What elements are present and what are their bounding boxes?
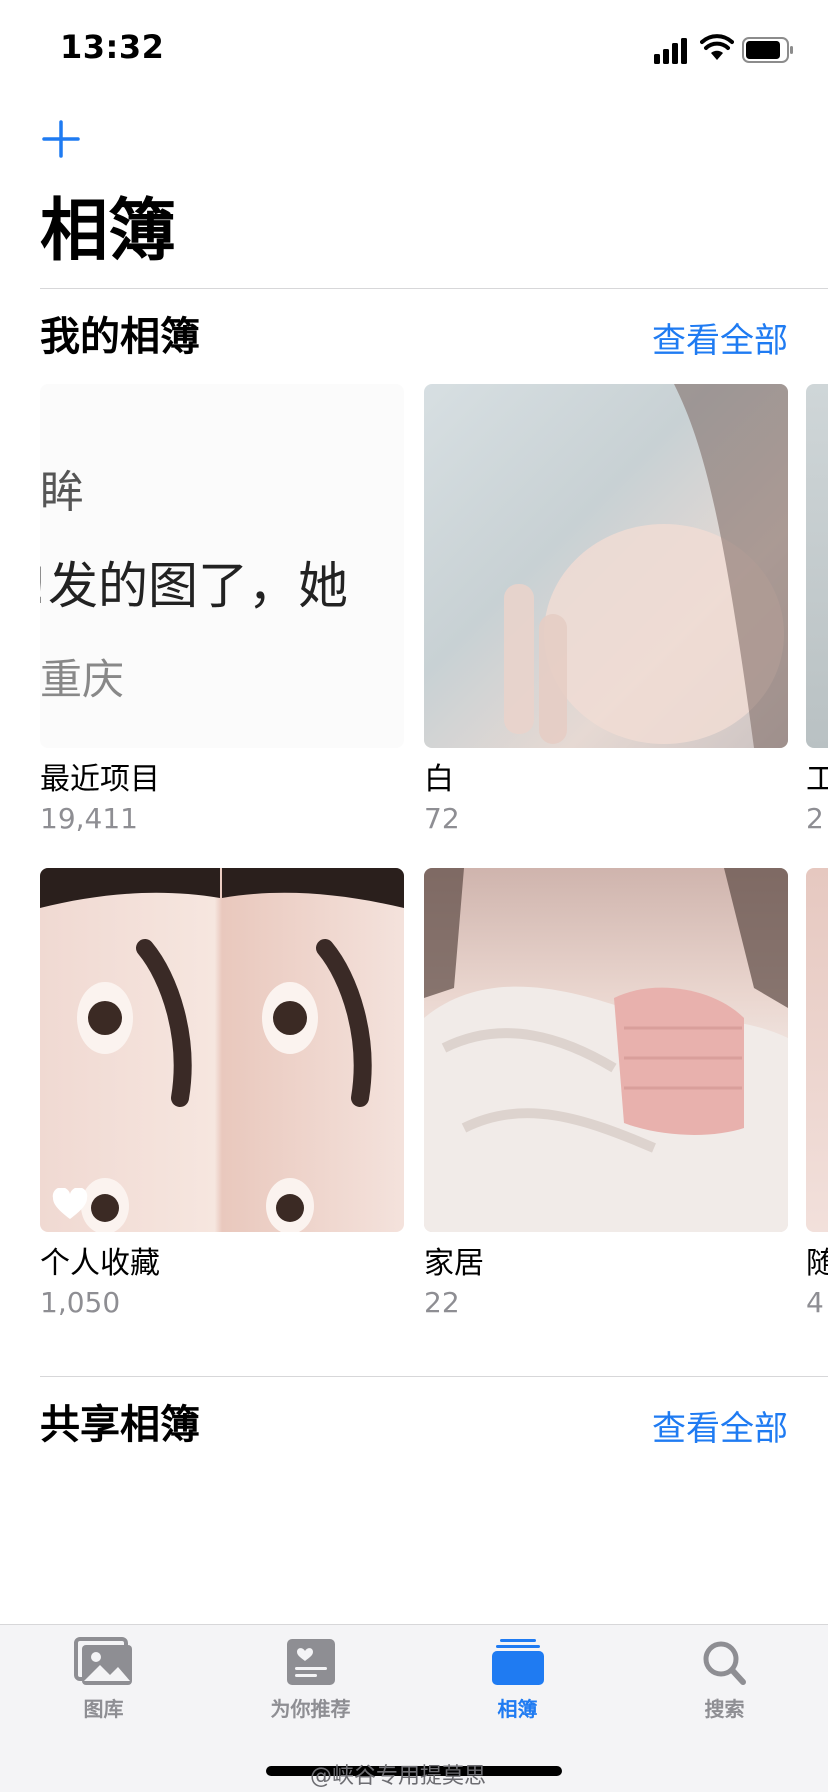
photos-icon [73,1637,132,1685]
album-count: 1,050 [40,1286,121,1319]
preview-text: 重庆 [40,655,125,704]
album-count: 4 [806,1286,824,1319]
album-name: 最近项目 [40,762,160,797]
tab-label: 图库 [83,1697,124,1721]
shared-albums-heading: 共享相簿 [40,1402,200,1448]
albums-icon [491,1639,544,1685]
for-you-icon [286,1639,335,1685]
battery-icon [742,37,793,63]
cellular-signal-icon [654,38,687,64]
photo-thumbnail [424,868,788,1232]
album-thumbnail [806,868,828,1232]
tab-for-you[interactable]: 为你推荐 [207,1637,414,1737]
album-name: 工 [806,762,828,797]
wifi-icon [700,34,734,60]
album-thumbnail: 眸 !发的图了，她 重庆 [40,384,404,748]
photo-thumbnail [504,384,788,748]
album-count: 22 [424,1286,460,1319]
shared-albums-see-all-link[interactable]: 查看全部 [652,1404,788,1454]
tab-library[interactable]: 图库 [0,1637,207,1737]
tab-search[interactable]: 搜索 [621,1637,828,1737]
album-thumbnail [40,868,404,1232]
section-divider [40,1376,828,1377]
tab-label: 相簿 [497,1697,538,1721]
status-bar: 13:32 [0,0,828,100]
tab-label: 搜索 [704,1697,745,1721]
album-name: 个人收藏 [40,1246,160,1281]
my-albums-heading: 我的相簿 [40,314,200,360]
album-name: 随 [806,1246,828,1281]
tab-albums[interactable]: 相簿 [414,1637,621,1737]
page-title: 相簿 [40,192,177,271]
album-count: 72 [424,802,460,835]
preview-text: !发的图了，她 [40,557,349,615]
tab-label: 为你推荐 [270,1697,351,1721]
album-name: 白 [424,762,454,797]
title-divider [40,288,828,289]
my-albums-see-all-link[interactable]: 查看全部 [652,316,788,366]
album-sui[interactable]: 随 4 [806,868,828,1322]
album-count: 2 [806,802,824,835]
add-album-button[interactable] [40,118,82,160]
favorite-heart-icon [52,1188,88,1219]
preview-text: 眸 [40,467,84,518]
album-recents[interactable]: 眸 !发的图了，她 重庆 最近项目 19,411 [40,384,404,838]
album-thumbnail [424,384,788,748]
album-thumbnail [806,384,828,748]
album-jiaju[interactable]: 家居 22 [424,868,788,1322]
album-bai[interactable]: 白 72 [424,384,788,838]
album-gong[interactable]: 工 2 [806,384,828,838]
search-icon [703,1641,746,1685]
album-count: 19,411 [40,802,138,835]
photo-thumbnail [40,868,404,1232]
album-name: 家居 [424,1246,484,1281]
album-favorites[interactable]: 个人收藏 1,050 [40,868,404,1322]
watermark-text: @峡谷专用提莫思 [310,1764,487,1789]
status-time: 13:32 [60,28,165,66]
album-thumbnail [424,868,788,1232]
